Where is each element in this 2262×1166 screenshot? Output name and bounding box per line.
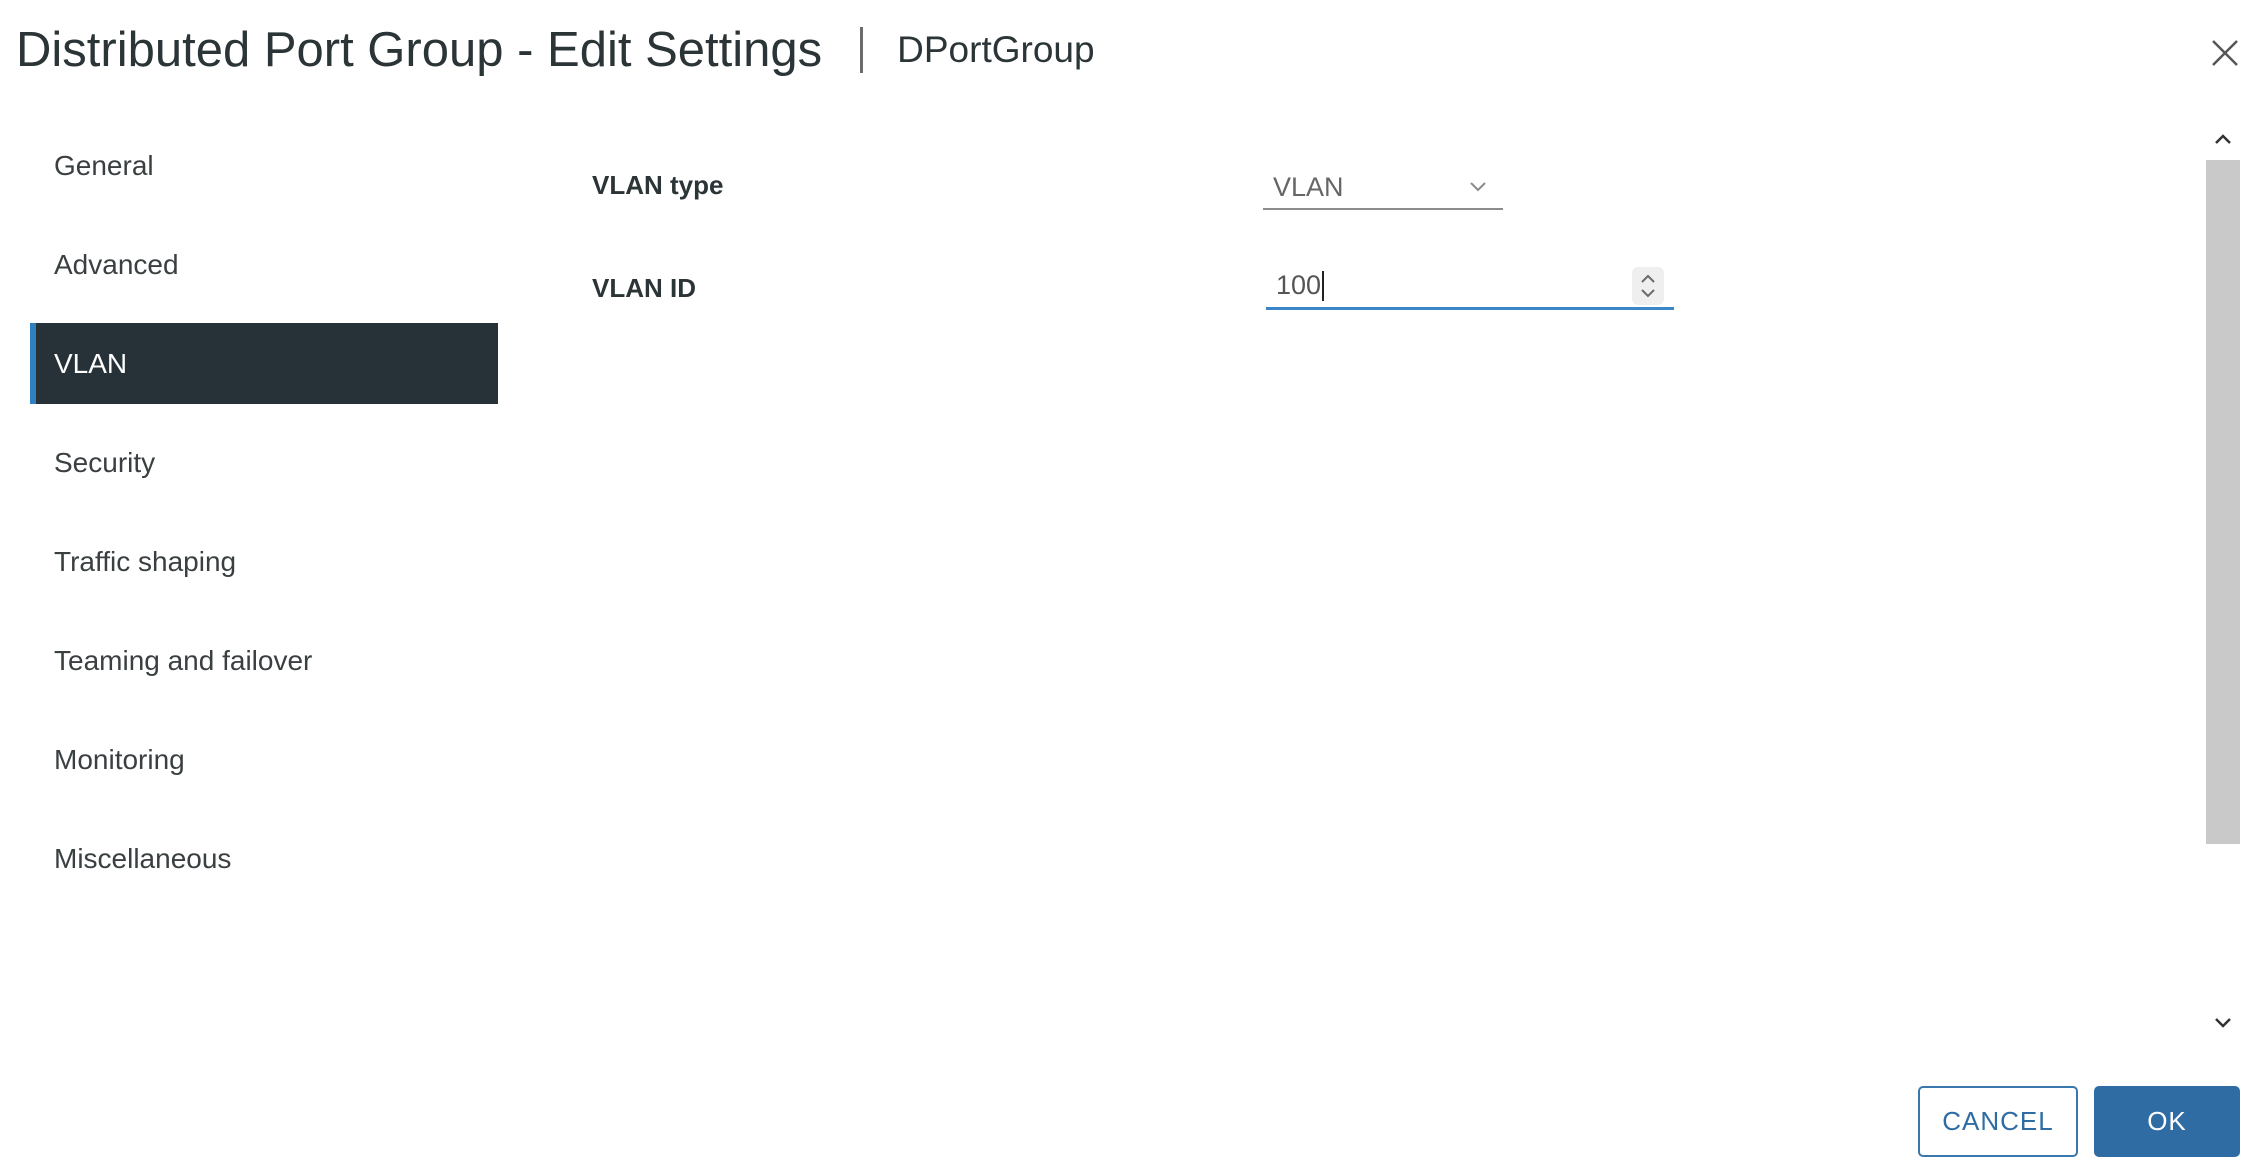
nav-item-traffic-shaping[interactable]: Traffic shaping bbox=[30, 521, 498, 602]
chevron-down-icon bbox=[2215, 1018, 2231, 1028]
scroll-up-button[interactable] bbox=[2206, 122, 2240, 156]
vlan-id-value-wrap: 100 bbox=[1266, 270, 1632, 301]
cancel-button[interactable]: CANCEL bbox=[1918, 1086, 2078, 1157]
nav-item-advanced[interactable]: Advanced bbox=[30, 224, 498, 305]
dialog-title: Distributed Port Group - Edit Settings bbox=[16, 23, 823, 77]
dialog-header: Distributed Port Group - Edit Settings D… bbox=[16, 18, 2262, 82]
close-button[interactable] bbox=[2200, 28, 2250, 78]
chevron-up-icon bbox=[2215, 134, 2231, 144]
vlan-id-value: 100 bbox=[1276, 270, 1322, 300]
scroll-thumb[interactable] bbox=[2206, 160, 2240, 844]
nav-item-general[interactable]: General bbox=[30, 125, 498, 206]
dialog-subtitle: DPortGroup bbox=[897, 29, 1095, 70]
vlan-id-input[interactable]: 100 bbox=[1266, 264, 1674, 310]
nav-item-label: Monitoring bbox=[54, 743, 185, 775]
nav-item-vlan[interactable]: VLAN bbox=[30, 323, 498, 404]
settings-nav: General Advanced VLAN Security Traffic s… bbox=[30, 125, 498, 917]
vlan-type-label: VLAN type bbox=[592, 170, 724, 200]
vlan-id-label: VLAN ID bbox=[592, 273, 696, 303]
vlan-type-value: VLAN bbox=[1273, 171, 1344, 202]
ok-button[interactable]: OK bbox=[2094, 1086, 2240, 1157]
nav-item-teaming-and-failover[interactable]: Teaming and failover bbox=[30, 620, 498, 701]
chevron-down-icon bbox=[1463, 172, 1493, 202]
nav-item-miscellaneous[interactable]: Miscellaneous bbox=[30, 818, 498, 899]
nav-item-label: VLAN bbox=[54, 347, 128, 379]
text-caret bbox=[1322, 270, 1325, 301]
vlan-id-stepper[interactable] bbox=[1632, 266, 1664, 305]
nav-item-label: General bbox=[54, 149, 154, 181]
nav-item-label: Miscellaneous bbox=[54, 842, 232, 874]
title-separator bbox=[860, 27, 864, 73]
nav-item-label: Traffic shaping bbox=[54, 545, 237, 577]
nav-item-monitoring[interactable]: Monitoring bbox=[30, 719, 498, 800]
vlan-type-select[interactable]: VLAN bbox=[1263, 166, 1503, 210]
close-icon bbox=[2212, 40, 2238, 66]
stepper-up-icon bbox=[1641, 274, 1655, 283]
nav-item-label: Teaming and failover bbox=[54, 644, 313, 676]
nav-item-label: Advanced bbox=[54, 248, 179, 280]
stepper-down-icon bbox=[1641, 288, 1655, 297]
content-scrollbar[interactable] bbox=[2206, 122, 2240, 1040]
edit-settings-dialog: Distributed Port Group - Edit Settings D… bbox=[0, 0, 2262, 1166]
nav-item-security[interactable]: Security bbox=[30, 422, 498, 503]
scroll-down-button[interactable] bbox=[2206, 1006, 2240, 1040]
nav-item-label: Security bbox=[54, 446, 156, 478]
